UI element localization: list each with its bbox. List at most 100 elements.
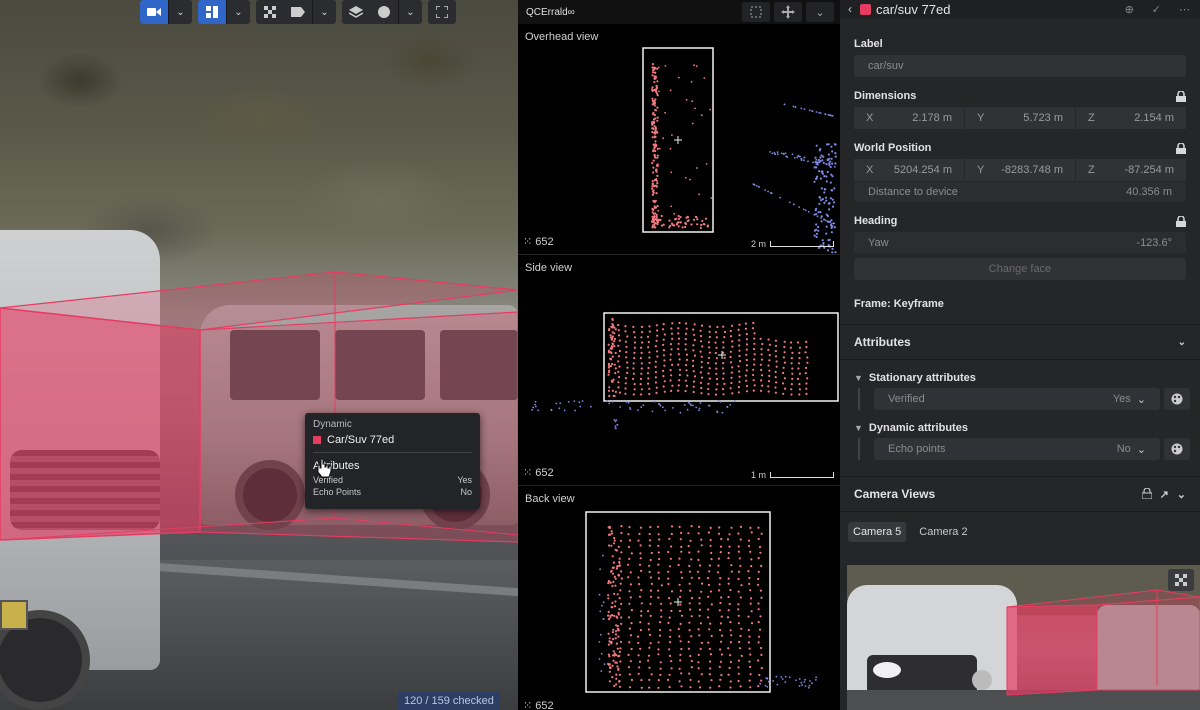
yaw-field[interactable]: Yaw -123.6° [854,232,1186,254]
lidar-point [619,589,622,592]
lidar-point [831,189,834,192]
overhead-view-panel[interactable]: Overhead view ⁙ 652 2 m [518,24,840,255]
world-z-field[interactable]: Z -87.254 m [1076,159,1186,181]
more-icon[interactable]: ⋯ [1179,3,1190,16]
lidar-point [651,162,654,165]
lidar-point [624,382,627,385]
lidar-point [626,366,629,369]
chevron-down-icon[interactable]: ⌄ [806,2,834,22]
external-link-icon[interactable]: ↗ [1160,488,1169,501]
lidar-point [783,387,787,390]
lidar-point [737,659,741,662]
chevron-down-icon[interactable]: ⌄ [398,0,422,24]
label-field[interactable]: car/suv [854,55,1186,77]
lidar-point [660,609,663,612]
cuboid-annotation[interactable] [0,0,518,710]
lidar-point [768,369,771,372]
lidar-point [660,584,663,587]
layers-icon[interactable] [342,0,370,24]
lidar-point [627,533,630,536]
stationary-attributes-heading[interactable]: ▼ Stationary attributes [854,372,1200,384]
lock-icon[interactable] [1176,90,1186,102]
dimension-y-field[interactable]: Y 5.723 m [965,107,1075,129]
echo-points-select[interactable]: Echo points No ⌄ [874,438,1160,460]
camera-views-section-header[interactable]: Camera Views ↗ ⌄ [840,476,1200,512]
lidar-point [761,384,764,387]
tree-line [858,438,860,460]
world-y-field[interactable]: Y -8283.748 m [965,159,1075,181]
chevron-left-icon[interactable]: ‹ [848,2,852,16]
lidar-point [627,616,631,619]
lidar-point [579,405,582,408]
side-view-panel[interactable]: Side view ⁙ 652 1 m [518,255,840,486]
grid-layout-icon[interactable] [198,0,226,24]
bounding-box[interactable] [603,312,839,402]
lock-icon[interactable] [1176,142,1186,154]
lidar-point [798,362,801,365]
lidar-point [730,570,733,573]
lidar-point [640,351,643,354]
lidar-point [823,175,826,178]
lidar-point [648,351,651,354]
caret-down-icon: ▼ [854,373,863,383]
lidar-point [657,402,660,405]
video-camera-icon[interactable] [140,0,168,24]
target-icon[interactable]: ⊕ [1125,3,1134,16]
lidar-point [657,596,660,599]
tooltip-row: Echo Points No [313,487,472,497]
lidar-point [629,596,632,599]
palette-icon[interactable] [1164,438,1190,460]
chevron-down-icon[interactable]: ⌄ [168,0,192,24]
select-box-icon[interactable] [742,2,770,22]
world-x-field[interactable]: X 5204.254 m [854,159,964,181]
attributes-section-header[interactable]: Attributes ⌄ [840,324,1200,360]
tab-camera-5[interactable]: Camera 5 [848,522,907,542]
circle-icon[interactable] [370,0,398,24]
dimension-x-field[interactable]: X 2.178 m [854,107,964,129]
verified-select[interactable]: Verified Yes ⌄ [874,388,1160,410]
chevron-down-icon[interactable]: ⌄ [1177,488,1186,501]
lidar-point [719,551,722,554]
change-face-button[interactable]: Change face [854,258,1186,280]
lidar-point [689,654,692,658]
lidar-point [688,582,691,585]
checkerboard-icon[interactable] [256,0,284,24]
lidar-point [647,610,650,613]
lidar-point [679,653,682,656]
lidar-point [831,175,834,178]
tag-icon[interactable] [284,0,312,24]
lidar-point [833,165,836,168]
lidar-point [574,409,576,412]
dynamic-attributes-heading[interactable]: ▼ Dynamic attributes [854,422,1200,434]
lidar-point [648,678,651,681]
lidar-point [689,403,692,405]
move-arrows-icon[interactable] [774,2,802,22]
lidar-point [703,77,706,79]
lidar-point [688,401,690,404]
tab-camera-2[interactable]: Camera 2 [914,522,972,542]
lidar-point [714,341,717,344]
chevron-down-icon[interactable]: ⌄ [312,0,336,24]
lock-icon[interactable] [1176,215,1186,227]
camera-thumbnail[interactable] [847,565,1200,710]
dimension-z-field[interactable]: Z 2.154 m [1076,107,1186,129]
check-icon[interactable]: ✓ [1152,3,1161,16]
chevron-down-icon[interactable]: ⌄ [226,0,250,24]
back-view-panel[interactable]: Back view ⁙ 652 [518,486,840,710]
lidar-point [651,127,654,130]
palette-icon[interactable] [1164,388,1190,410]
lidar-point [667,678,670,681]
lidar-point [624,330,627,333]
lidar-point [709,622,712,625]
lidar-point [654,345,657,348]
lidar-point [690,615,693,618]
lidar-point [753,358,756,361]
lidar-point [737,391,740,394]
lock-icon[interactable] [1141,487,1152,499]
lidar-point [654,71,657,74]
hand-cursor-icon [317,458,332,478]
camera-viewport[interactable]: ⌄ ⌄ ⌄ ⌄ Dynamic Car/Suv 77ed Attributes … [0,0,518,710]
lidar-point [640,569,643,572]
checkerboard-icon[interactable] [1168,569,1194,591]
fullscreen-icon[interactable] [428,0,456,24]
